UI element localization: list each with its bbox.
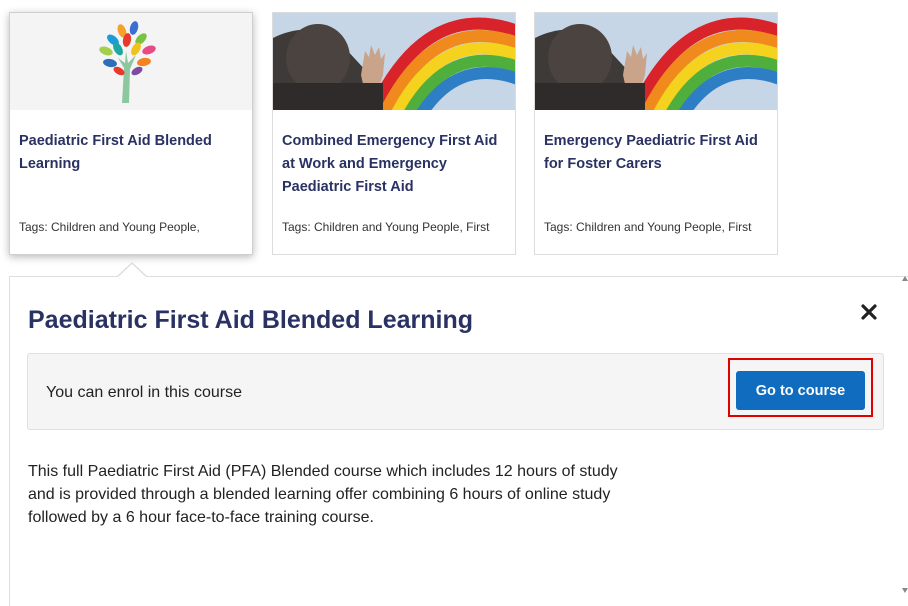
go-to-course-button[interactable]: Go to course (736, 371, 865, 410)
child-rainbow-window-image (273, 13, 515, 110)
card-tags: Tags: Children and Young People, (19, 220, 200, 234)
card-title[interactable]: Combined Emergency First Aid at Work and… (282, 130, 507, 199)
card-title[interactable]: Paediatric First Aid Blended Learning (19, 130, 244, 176)
card-title[interactable]: Emergency Paediatric First Aid for Foste… (544, 130, 769, 176)
panel-pointer-inner (117, 264, 147, 278)
course-description: This full Paediatric First Aid (PFA) Ble… (28, 463, 618, 526)
enrol-text: You can enrol in this course (46, 384, 242, 401)
course-card-paediatric-blended[interactable]: Paediatric First Aid Blended Learning Ta… (9, 12, 253, 255)
card-thumbnail (535, 13, 777, 110)
child-rainbow-window-image (535, 13, 777, 110)
scroll-up-icon[interactable] (902, 276, 908, 281)
card-tags: Tags: Children and Young People, First (282, 220, 490, 234)
panel-title: Paediatric First Aid Blended Learning (28, 306, 473, 334)
scroll-down-icon[interactable] (902, 588, 908, 593)
course-card-foster-carers[interactable]: Emergency Paediatric First Aid for Foste… (534, 12, 778, 255)
tree-logo-icon (99, 21, 156, 103)
enrol-box: You can enrol in this course Go to cours… (27, 353, 884, 430)
course-detail-panel: Paediatric First Aid Blended Learning Yo… (9, 276, 908, 606)
card-tags: Tags: Children and Young People, First (544, 220, 752, 234)
close-icon[interactable] (860, 303, 878, 321)
card-thumbnail (10, 13, 252, 110)
course-card-combined-emergency[interactable]: Combined Emergency First Aid at Work and… (272, 12, 516, 255)
card-thumbnail (273, 13, 515, 110)
